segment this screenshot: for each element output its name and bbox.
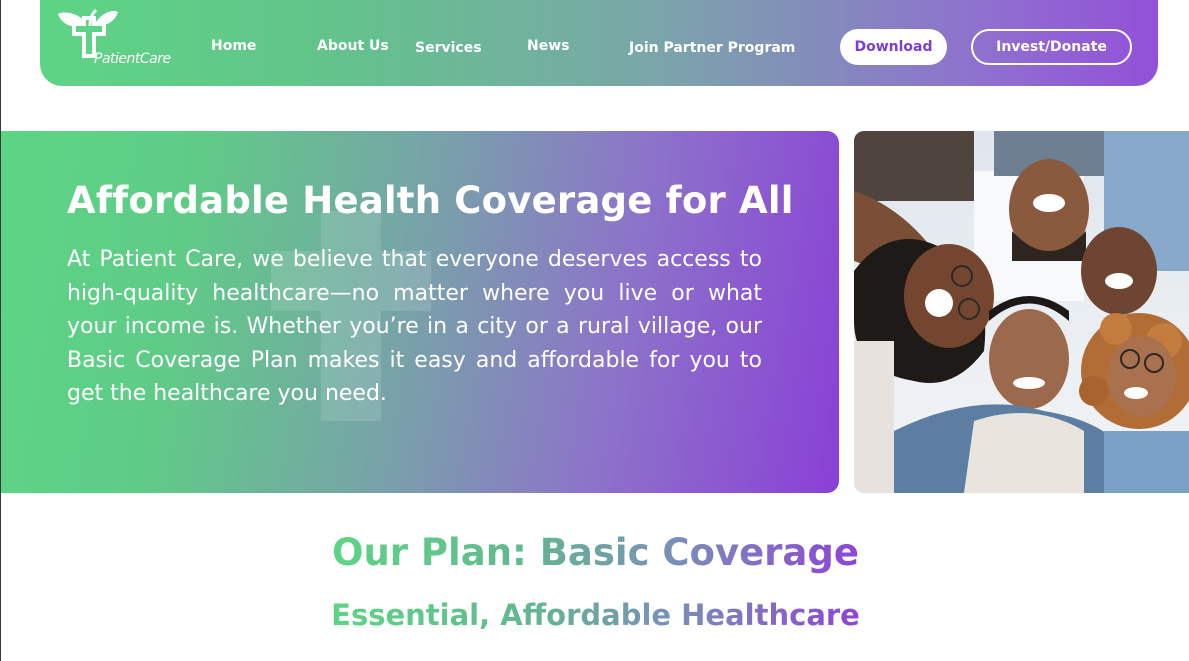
logo[interactable]: PatientCare (56, 8, 186, 68)
plan-title-text: Our Plan: Basic Coverage (332, 531, 859, 574)
group-photo (854, 131, 1189, 493)
hero-description: At Patient Care, we believe that everyon… (67, 247, 762, 406)
top-navbar: PatientCare Home About Us Services News … (40, 0, 1158, 86)
logo-text: PatientCare (94, 51, 171, 67)
group-of-people-photo (854, 131, 1189, 493)
nav-about-us[interactable]: About Us (317, 38, 389, 54)
nav-services[interactable]: Services (415, 40, 482, 56)
hero-title: Affordable Health Coverage for All (67, 179, 794, 222)
page: PatientCare Home About Us Services News … (0, 0, 1189, 661)
invest-donate-button[interactable]: Invest/Donate (971, 29, 1132, 65)
plan-subtitle-text: Essential, Affordable Healthcare (331, 598, 860, 632)
plan-subtitle: Essential, Affordable Healthcare (1, 598, 1189, 632)
nav-join-partner-program[interactable]: Join Partner Program (629, 40, 795, 56)
download-button[interactable]: Download (840, 29, 947, 65)
nav-home[interactable]: Home (211, 38, 256, 54)
plan-title: Our Plan: Basic Coverage (1, 531, 1189, 574)
nav-news[interactable]: News (527, 38, 569, 54)
hero-banner: Affordable Health Coverage for All At Pa… (1, 131, 839, 493)
